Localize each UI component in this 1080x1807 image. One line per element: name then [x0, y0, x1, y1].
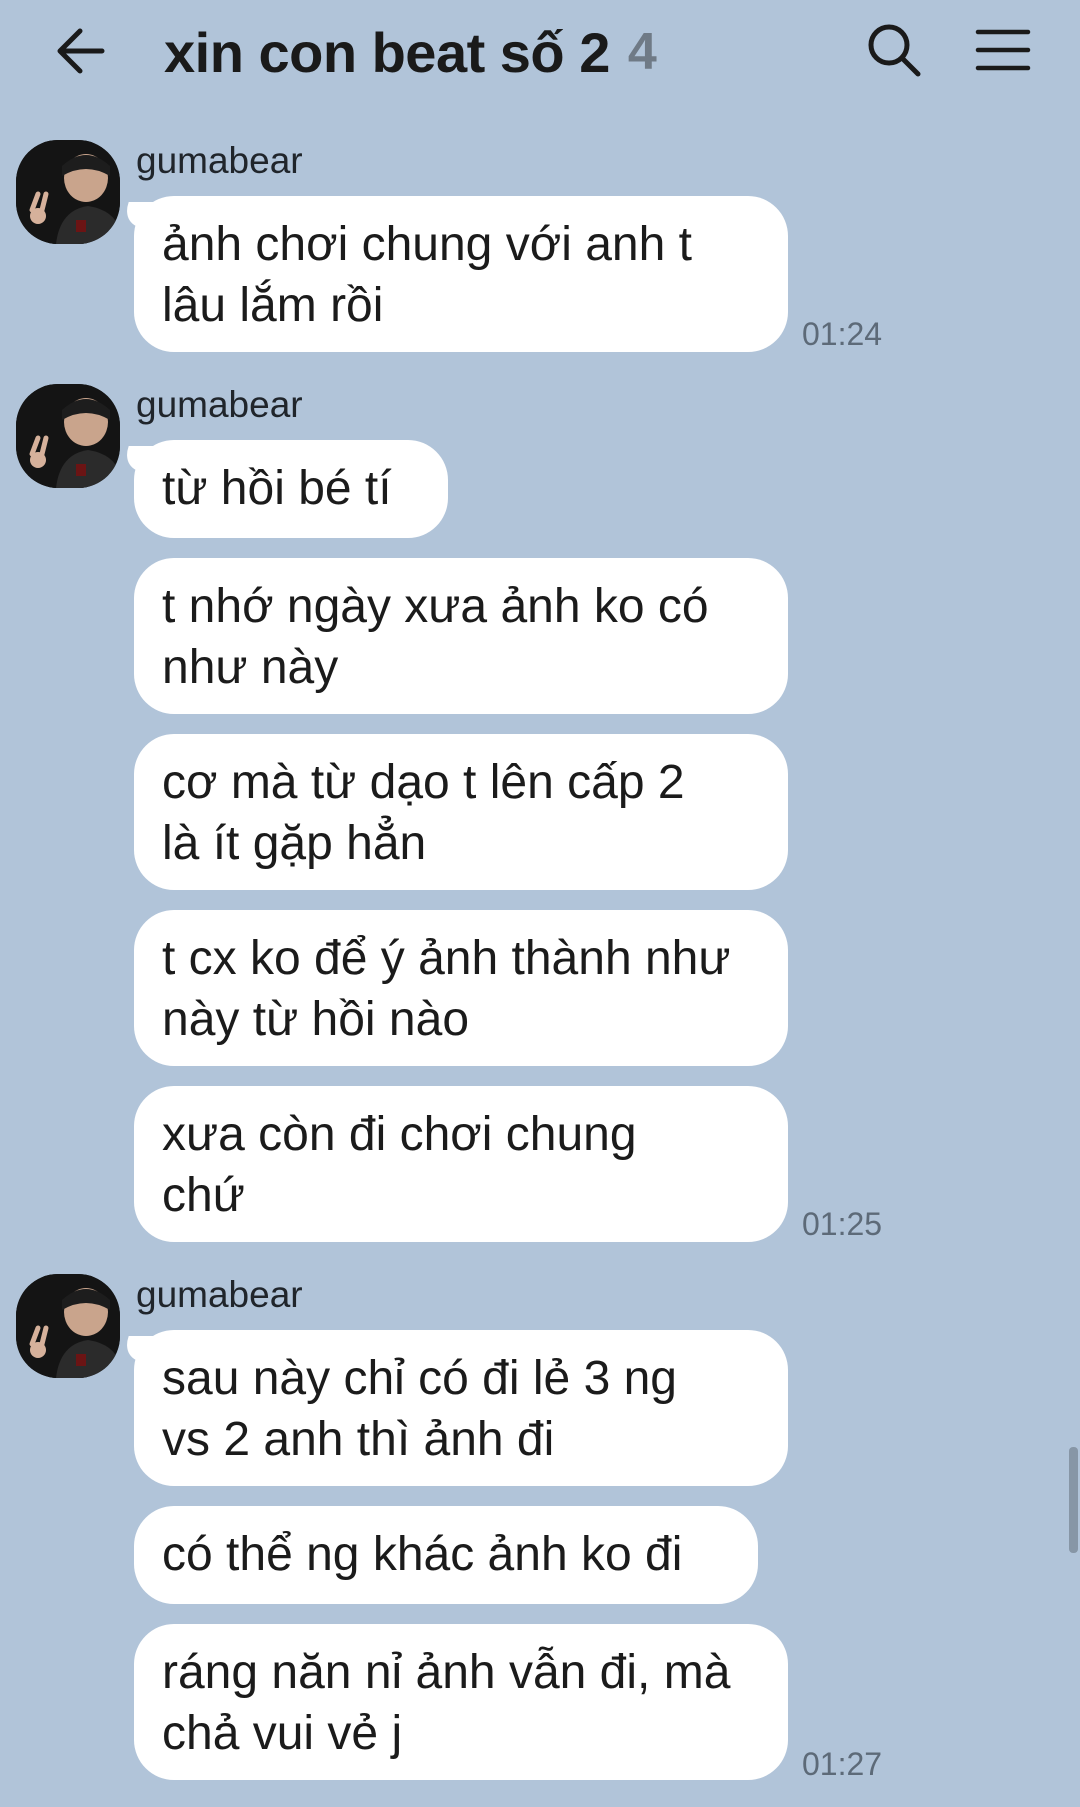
message-bubble[interactable]: cơ mà từ dạo t lên cấp 2 là ít gặp hẳn — [134, 734, 788, 890]
scrollbar-thumb[interactable] — [1069, 1447, 1078, 1553]
chat-title: xin con beat số 2 — [164, 20, 610, 84]
avatar[interactable] — [16, 140, 120, 244]
chat-header: xin con beat số 2 4 — [0, 0, 1080, 105]
message-time: 01:27 — [802, 1746, 883, 1782]
avatar-photo-icon — [16, 384, 120, 488]
message-bubble[interactable]: xưa còn đi chơi chung chứ — [134, 1086, 788, 1242]
menu-button[interactable] — [974, 22, 1032, 78]
message-bubble[interactable]: sau này chỉ có đi lẻ 3 ng vs 2 anh thì ả… — [134, 1330, 788, 1486]
sender-name: gumabear — [136, 140, 303, 181]
member-count: 4 — [627, 23, 657, 81]
message-time: 01:25 — [802, 1206, 883, 1242]
hamburger-menu-icon — [975, 29, 1031, 71]
message-bubble[interactable]: từ hồi bé tí — [134, 440, 448, 538]
sender-name: gumabear — [136, 1274, 303, 1315]
avatar-photo-icon — [16, 140, 120, 244]
back-button[interactable] — [52, 22, 110, 80]
search-icon — [868, 24, 921, 77]
arrow-left-icon — [57, 28, 105, 74]
search-button[interactable] — [864, 20, 924, 80]
chat-title-group[interactable]: xin con beat số 2 4 — [164, 14, 657, 90]
message-bubble[interactable]: có thể ng khác ảnh ko đi — [134, 1506, 758, 1604]
sender-name: gumabear — [136, 384, 303, 425]
avatar[interactable] — [16, 384, 120, 488]
message-bubble[interactable]: t cx ko để ý ảnh thành như này từ hồi nà… — [134, 910, 788, 1066]
message-time: 01:24 — [802, 316, 883, 352]
avatar-photo-icon — [16, 1274, 120, 1378]
avatar[interactable] — [16, 1274, 120, 1378]
message-bubble[interactable]: t nhớ ngày xưa ảnh ko có như này — [134, 558, 788, 714]
message-bubble[interactable]: ảnh chơi chung với anh t lâu lắm rồi — [134, 196, 788, 352]
message-bubble[interactable]: ráng năn nỉ ảnh vẫn đi, mà chả vui vẻ j — [134, 1624, 788, 1780]
